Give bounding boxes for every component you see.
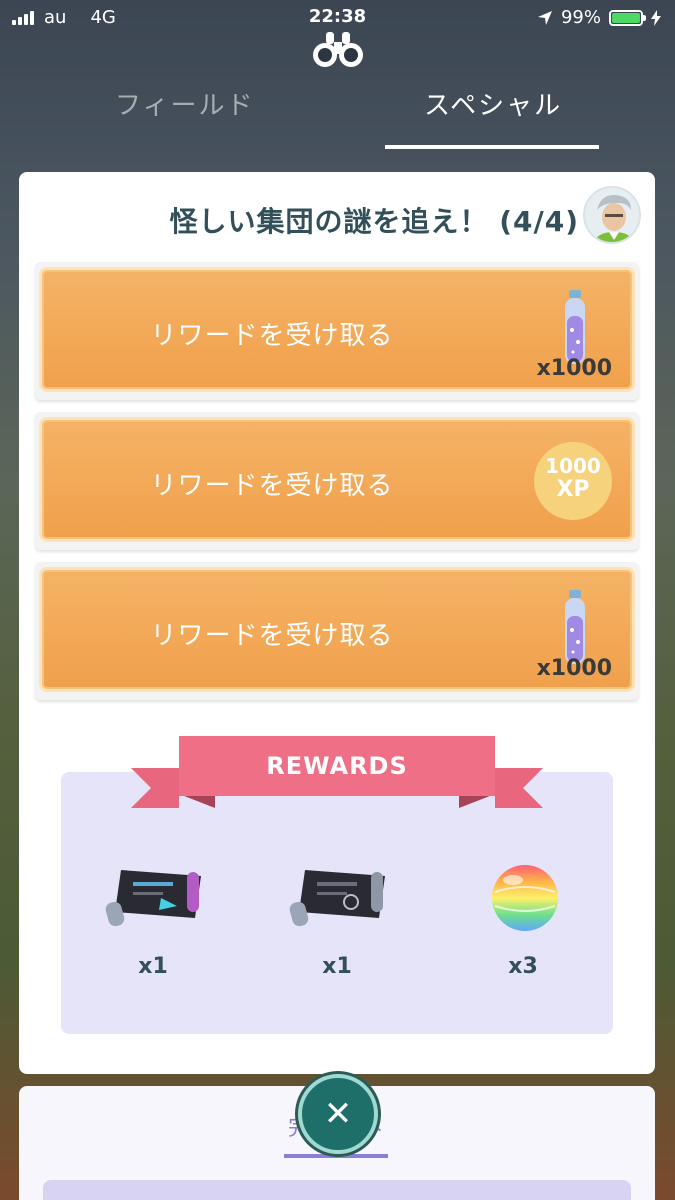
xp-amount: 1000 <box>545 454 601 478</box>
claim-reward-button[interactable]: リワードを受け取る 1000 XP <box>39 417 635 542</box>
research-title: 怪しい集団の謎を追え！ (4/4) <box>169 205 579 238</box>
battery-icon <box>609 9 646 26</box>
claim-reward-label: リワードを受け取る <box>150 621 394 651</box>
claim-reward-label: リワードを受け取る <box>150 321 394 351</box>
tm-scroll-icon <box>289 870 385 927</box>
claim-reward-label: リワードを受け取る <box>150 471 394 501</box>
special-research-card: 怪しい集団の謎を追え！ (4/4) リワードを受け取る x1000 リワードを受… <box>19 172 655 1074</box>
task-row: リワードを受け取る x1000 <box>35 562 639 700</box>
battery-percent: 99% <box>560 7 601 28</box>
tab-field[interactable]: フィールド <box>115 85 254 122</box>
reward-quantity: x3 <box>508 954 538 979</box>
xp-unit: XP <box>556 477 590 502</box>
completed-tab-indicator <box>284 1154 388 1158</box>
active-tab-indicator <box>385 145 599 149</box>
task-row: リワードを受け取る x1000 <box>35 262 639 400</box>
close-button[interactable]: ✕ <box>298 1074 378 1154</box>
rare-candy-icon <box>492 865 558 931</box>
binoculars-icon[interactable] <box>312 28 364 70</box>
completed-list-item[interactable] <box>43 1180 631 1200</box>
reward-quantity: x1000 <box>536 356 612 381</box>
reward-quantity: x1 <box>322 954 352 979</box>
reward-item: x3 <box>453 842 593 982</box>
xp-badge-icon: 1000 XP <box>534 442 612 520</box>
location-arrow-icon <box>537 10 552 25</box>
reward-quantity: x1 <box>138 954 168 979</box>
close-icon: ✕ <box>323 1094 353 1134</box>
claim-reward-button[interactable]: リワードを受け取る x1000 <box>39 567 635 692</box>
research-tabs: フィールド スペシャル <box>0 85 675 149</box>
tab-special[interactable]: スペシャル <box>424 85 562 122</box>
professor-icon <box>594 194 634 242</box>
status-right: 99% <box>537 7 661 28</box>
reward-item: x1 <box>267 842 407 982</box>
tm-scroll-icon <box>105 870 201 927</box>
rewards-title: REWARDS <box>266 752 408 780</box>
task-row: リワードを受け取る 1000 XP <box>35 412 639 550</box>
reward-quantity: x1000 <box>536 656 612 681</box>
claim-reward-button[interactable]: リワードを受け取る x1000 <box>39 267 635 392</box>
reward-item: x1 <box>83 842 223 982</box>
charging-icon <box>651 9 661 26</box>
professor-avatar[interactable] <box>583 186 641 244</box>
